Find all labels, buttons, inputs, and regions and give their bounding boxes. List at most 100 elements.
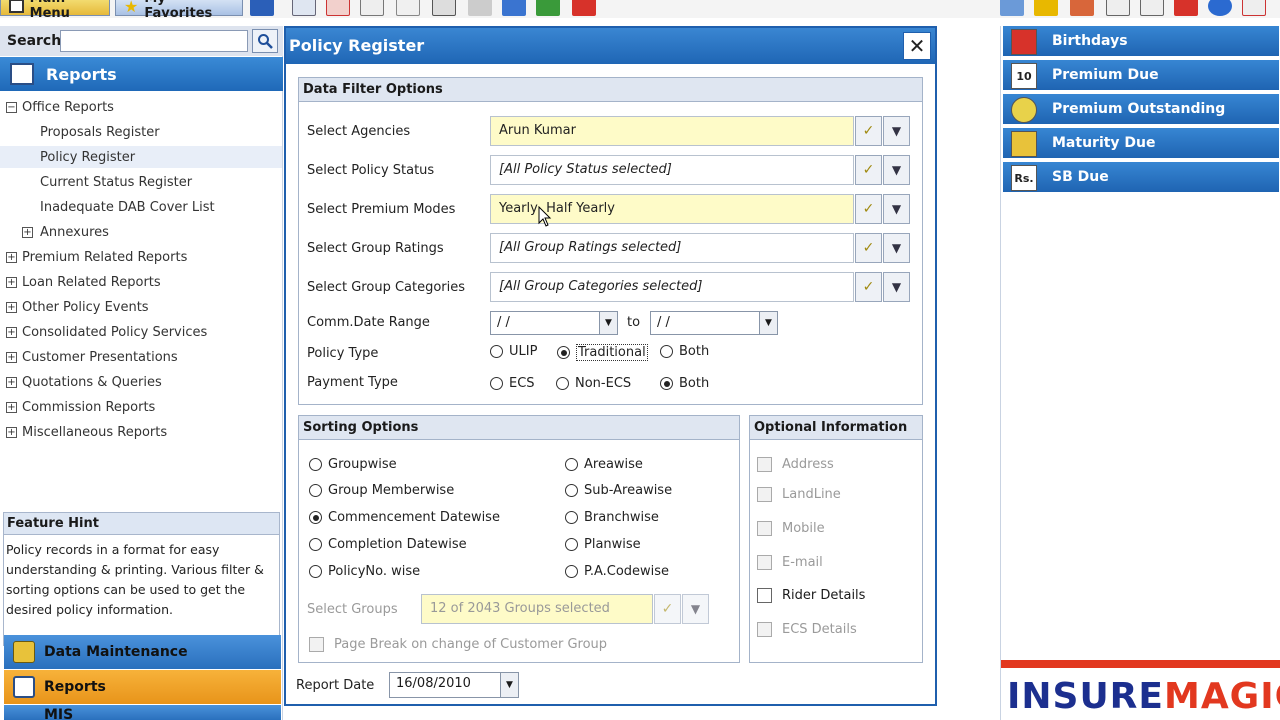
sort-branchwise-radio[interactable]: Branchwise bbox=[565, 510, 659, 525]
tree-item-annexures[interactable]: + Annexures bbox=[22, 221, 109, 243]
rider-details-checkbox[interactable]: Rider Details bbox=[757, 588, 865, 603]
select-group-ratings-field[interactable]: [All Group Ratings selected] bbox=[490, 233, 854, 263]
group-ratings-select-button[interactable]: ✓ bbox=[855, 233, 882, 263]
date-to-combo[interactable]: / / ▼ bbox=[650, 311, 778, 335]
sort-pa-codewise-radio[interactable]: P.A.Codewise bbox=[565, 564, 669, 579]
group-ratings-filter-button[interactable]: ▼ bbox=[883, 233, 910, 263]
sort-sub-areawise-radio[interactable]: Sub-Areawise bbox=[565, 483, 672, 498]
chevron-down-icon[interactable]: ▼ bbox=[500, 673, 518, 697]
maturity-due-item[interactable]: Maturity Due bbox=[1003, 128, 1279, 160]
select-group-categories-field[interactable]: [All Group Categories selected] bbox=[490, 272, 854, 302]
premium-modes-filter-button[interactable]: ▼ bbox=[883, 194, 910, 224]
sort-group-memberwise-radio[interactable]: Group Memberwise bbox=[309, 483, 454, 498]
report-date-combo[interactable]: 16/08/2010 ▼ bbox=[389, 672, 519, 698]
expand-icon[interactable]: + bbox=[6, 301, 17, 313]
sb-due-item[interactable]: Rs. SB Due bbox=[1003, 162, 1279, 194]
tree-item-office-reports[interactable]: − Office Reports bbox=[6, 96, 114, 118]
select-policy-status-field[interactable]: [All Policy Status selected] bbox=[490, 155, 854, 185]
nav-data-maintenance[interactable]: Data Maintenance bbox=[4, 635, 281, 669]
agencies-select-button[interactable]: ✓ bbox=[855, 116, 882, 146]
sort-planwise-radio[interactable]: Planwise bbox=[565, 537, 641, 552]
page-break-checkbox[interactable]: Page Break on change of Customer Group bbox=[309, 637, 607, 652]
search-input[interactable] bbox=[60, 30, 248, 52]
search-button[interactable] bbox=[252, 29, 278, 53]
word-icon[interactable] bbox=[250, 0, 274, 16]
tree-item-customer-presentations[interactable]: + Customer Presentations bbox=[6, 346, 178, 368]
expand-icon[interactable]: + bbox=[6, 251, 17, 263]
policy-type-traditional-radio[interactable]: Traditional bbox=[557, 344, 648, 361]
agencies-filter-button[interactable]: ▼ bbox=[883, 116, 910, 146]
policy-status-filter-button[interactable]: ▼ bbox=[883, 155, 910, 185]
expand-icon[interactable]: + bbox=[6, 426, 17, 438]
chevron-down-icon[interactable]: ▼ bbox=[759, 312, 777, 334]
tree-item-inadequate-dab-cover-list[interactable]: Inadequate DAB Cover List bbox=[40, 196, 215, 218]
premium-modes-select-button[interactable]: ✓ bbox=[855, 194, 882, 224]
collapse-icon[interactable]: − bbox=[6, 101, 17, 113]
policy-status-select-button[interactable]: ✓ bbox=[855, 155, 882, 185]
expand-icon[interactable]: + bbox=[6, 351, 17, 363]
expand-icon[interactable]: + bbox=[6, 376, 17, 388]
tree-item-other-policy-events[interactable]: + Other Policy Events bbox=[6, 296, 149, 318]
tree-item-proposals-register[interactable]: Proposals Register bbox=[40, 121, 160, 143]
close-x-icon[interactable] bbox=[572, 0, 596, 16]
policy-type-both-radio[interactable]: Both bbox=[660, 344, 709, 359]
email-checkbox[interactable]: E-mail bbox=[757, 555, 823, 570]
sort-groupwise-radio[interactable]: Groupwise bbox=[309, 457, 397, 472]
sort-areawise-radio[interactable]: Areawise bbox=[565, 457, 643, 472]
puzzle-icon[interactable] bbox=[1034, 0, 1058, 16]
payment-type-non-ecs-radio[interactable]: Non-ECS bbox=[556, 376, 631, 391]
sort-commencement-datewise-radio[interactable]: Commencement Datewise bbox=[309, 510, 500, 525]
copy-icon[interactable] bbox=[360, 0, 384, 16]
groups-filter-button[interactable]: ▼ bbox=[682, 594, 709, 624]
policy-type-ulip-radio[interactable]: ULIP bbox=[490, 344, 537, 359]
pdf-icon[interactable] bbox=[326, 0, 350, 16]
power-icon[interactable] bbox=[1174, 0, 1198, 16]
main-menu-button[interactable]: Main Menu bbox=[0, 0, 110, 21]
expand-icon[interactable]: + bbox=[6, 326, 17, 338]
tree-item-quotations-queries[interactable]: + Quotations & Queries bbox=[6, 371, 162, 393]
document-icon[interactable] bbox=[1106, 0, 1130, 16]
tree-item-current-status-register[interactable]: Current Status Register bbox=[40, 171, 192, 193]
nav-reports[interactable]: Reports bbox=[4, 670, 281, 704]
sort-completion-datewise-radio[interactable]: Completion Datewise bbox=[309, 537, 467, 552]
chevron-down-icon[interactable]: ▼ bbox=[599, 312, 617, 334]
help-icon[interactable] bbox=[1208, 0, 1232, 16]
tree-item-loan-related-reports[interactable]: + Loan Related Reports bbox=[6, 271, 161, 293]
save-icon[interactable] bbox=[502, 0, 526, 16]
tree-item-consolidated-policy-services[interactable]: + Consolidated Policy Services bbox=[6, 321, 207, 343]
expand-icon[interactable]: + bbox=[6, 401, 17, 413]
group-categories-select-button[interactable]: ✓ bbox=[855, 272, 882, 302]
landline-checkbox[interactable]: LandLine bbox=[757, 487, 841, 502]
excel-icon[interactable] bbox=[536, 0, 560, 16]
expand-icon[interactable]: + bbox=[6, 276, 17, 288]
mail-icon[interactable] bbox=[396, 0, 420, 16]
close-button[interactable]: ✕ bbox=[903, 32, 931, 60]
select-groups-field[interactable]: 12 of 2043 Groups selected bbox=[421, 594, 653, 624]
reports-section-header[interactable]: Reports bbox=[0, 57, 283, 91]
users-icon[interactable] bbox=[1000, 0, 1024, 16]
tree-item-policy-register[interactable]: Policy Register bbox=[0, 146, 282, 168]
print-icon[interactable] bbox=[432, 0, 456, 16]
notes-icon[interactable] bbox=[1140, 0, 1164, 16]
payment-type-both-radio[interactable]: Both bbox=[660, 376, 709, 391]
my-favorites-button[interactable]: ★ My Favorites bbox=[115, 0, 243, 21]
birthdays-item[interactable]: Birthdays bbox=[1003, 26, 1279, 58]
date-from-combo[interactable]: / / ▼ bbox=[490, 311, 618, 335]
groups-select-button[interactable]: ✓ bbox=[654, 594, 681, 624]
group-categories-filter-button[interactable]: ▼ bbox=[883, 272, 910, 302]
settings-icon[interactable] bbox=[1070, 0, 1094, 16]
exit-icon[interactable] bbox=[1242, 0, 1266, 16]
expand-icon[interactable]: + bbox=[22, 226, 33, 238]
mobile-checkbox[interactable]: Mobile bbox=[757, 521, 825, 536]
payment-type-ecs-radio[interactable]: ECS bbox=[490, 376, 535, 391]
sort-policyno-wise-radio[interactable]: PolicyNo. wise bbox=[309, 564, 420, 579]
premium-outstanding-item[interactable]: Premium Outstanding bbox=[1003, 94, 1279, 126]
tree-item-miscellaneous-reports[interactable]: + Miscellaneous Reports bbox=[6, 421, 167, 443]
tree-item-premium-related-reports[interactable]: + Premium Related Reports bbox=[6, 246, 187, 268]
premium-due-item[interactable]: 10 Premium Due bbox=[1003, 60, 1279, 92]
nav-mis[interactable]: MIS bbox=[4, 705, 281, 720]
address-checkbox[interactable]: Address bbox=[757, 457, 834, 472]
select-agencies-field[interactable]: Arun Kumar bbox=[490, 116, 854, 146]
preview-icon[interactable] bbox=[292, 0, 316, 16]
tree-item-commission-reports[interactable]: + Commission Reports bbox=[6, 396, 155, 418]
